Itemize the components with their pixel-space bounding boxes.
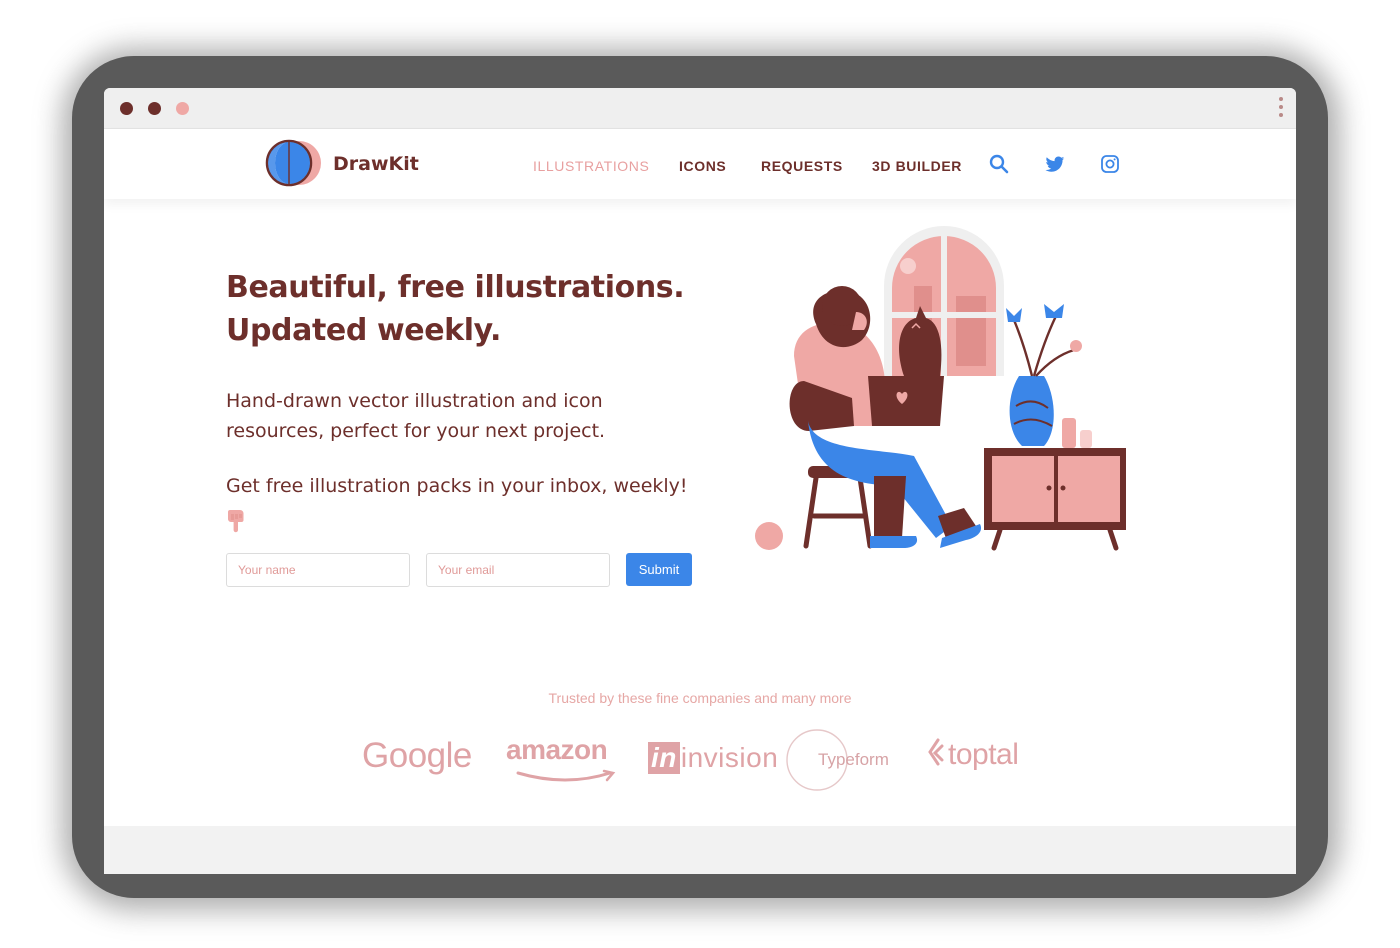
- nav-illustrations[interactable]: ILLUSTRATIONS: [533, 158, 649, 174]
- drawkit-logo-icon[interactable]: [262, 137, 326, 189]
- instagram-icon[interactable]: [1099, 153, 1121, 175]
- next-section: [104, 826, 1296, 874]
- twitter-icon[interactable]: [1044, 153, 1066, 175]
- browser-titlebar: [104, 88, 1296, 129]
- hero-subtitle-line-1: Hand-drawn vector illustration and icon: [226, 390, 603, 412]
- hero-subtitle: Hand-drawn vector illustration and icon …: [226, 386, 646, 446]
- invision-logo-mark: in: [648, 742, 680, 774]
- submit-button[interactable]: Submit: [626, 553, 692, 586]
- hero-title: Beautiful, free illustrations. Updated w…: [226, 266, 746, 352]
- hero-title-line-1: Beautiful, free illustrations.: [226, 270, 685, 305]
- invision-logo: in invision: [648, 742, 778, 774]
- nav-icons[interactable]: ICONS: [679, 158, 726, 174]
- trusted-by-label: Trusted by these fine companies and many…: [548, 690, 852, 706]
- window-maximize-button[interactable]: [176, 102, 189, 115]
- email-input[interactable]: [426, 553, 610, 587]
- brand-name[interactable]: DrawKit: [333, 153, 419, 175]
- toptal-logo-text: toptal: [948, 738, 1019, 771]
- newsletter-text: Get free illustration packs in your inbo…: [226, 475, 688, 497]
- nav-3d-builder[interactable]: 3D BUILDER: [872, 158, 962, 174]
- browser-screen: DrawKit ILLUSTRATIONS ICONS REQUESTS 3D …: [104, 88, 1296, 874]
- invision-logo-text: invision: [680, 742, 779, 773]
- name-input[interactable]: [226, 553, 410, 587]
- woman-with-cat-illustration: [755, 226, 1126, 551]
- typeform-logo: Typeform: [818, 750, 889, 769]
- hero-title-line-2: Updated weekly.: [226, 313, 502, 348]
- google-logo: Google: [362, 736, 472, 775]
- window-close-button[interactable]: [120, 102, 133, 115]
- window-minimize-button[interactable]: [148, 102, 161, 115]
- pointing-down-hand-icon: [228, 510, 244, 533]
- toptal-mark-icon: [928, 738, 944, 766]
- kebab-menu-icon[interactable]: [1278, 97, 1284, 121]
- amazon-smile-icon: [516, 769, 616, 782]
- toptal-logo: toptal: [926, 738, 1019, 772]
- site-header: DrawKit ILLUSTRATIONS ICONS REQUESTS 3D …: [104, 129, 1296, 199]
- amazon-logo: amazon: [506, 734, 608, 765]
- nav-requests[interactable]: REQUESTS: [761, 158, 843, 174]
- search-icon[interactable]: [988, 153, 1010, 175]
- hero-subtitle-line-2: resources, perfect for your next project…: [226, 420, 606, 442]
